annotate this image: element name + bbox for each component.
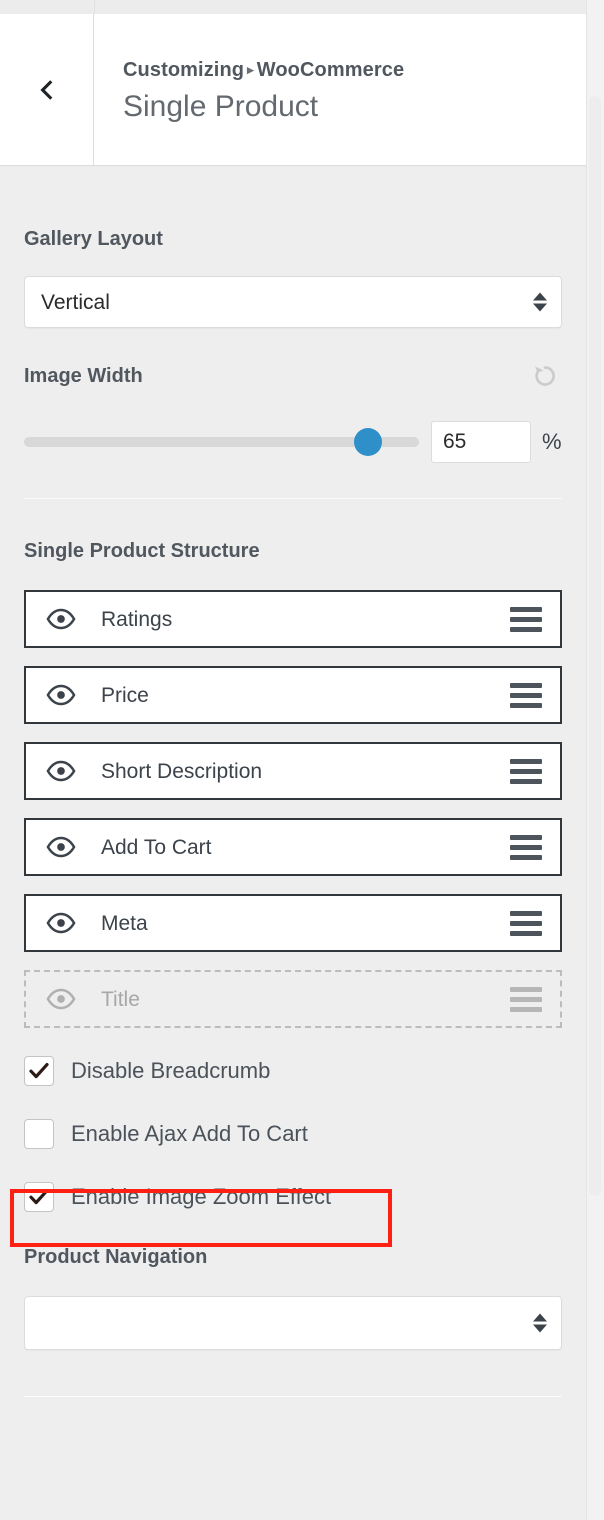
checkbox-row[interactable]: Enable Image Zoom Effect (24, 1177, 331, 1217)
structure-row-label: Ratings (101, 607, 173, 631)
checkbox-checked-icon[interactable] (24, 1182, 54, 1212)
window-top-strip (0, 0, 604, 14)
checkbox-unchecked-icon[interactable] (24, 1119, 54, 1149)
product-navigation-label: Product Navigation (24, 1246, 208, 1268)
structure-row-label: Meta (101, 911, 148, 935)
checkbox-checked-icon[interactable] (24, 1056, 54, 1086)
breadcrumb: Customizing ▸ WooCommerce (123, 57, 586, 84)
select-stepper-arrows-icon (533, 1313, 547, 1333)
reset-icon[interactable] (530, 361, 560, 391)
image-width-slider-row: 65 % (24, 421, 562, 463)
eye-icon[interactable] (46, 604, 76, 634)
eye-icon[interactable] (46, 832, 76, 862)
top-strip-seam (94, 0, 95, 14)
drag-handle-icon[interactable] (510, 682, 542, 708)
structure-row[interactable]: Ratings (24, 590, 562, 648)
customizer-panel-body: Gallery Layout Vertical Image Width 65 %… (0, 167, 586, 1520)
structure-row[interactable]: Title (24, 970, 562, 1028)
structure-row-label: Short Description (101, 759, 263, 783)
gallery-layout-selected-value: Vertical (41, 291, 110, 313)
chevron-down-icon (533, 303, 547, 312)
header-text-block: Customizing ▸ WooCommerce Single Product (94, 14, 586, 165)
scrollbar-thumb[interactable] (589, 96, 601, 1196)
back-button[interactable] (0, 14, 94, 165)
chevron-up-icon (533, 292, 547, 301)
customizer-header: Customizing ▸ WooCommerce Single Product (0, 14, 586, 166)
breadcrumb-separator-icon: ▸ (247, 62, 254, 77)
structure-label: Single Product Structure (24, 540, 260, 562)
control-image-width: Image Width 65 % (0, 361, 586, 463)
drag-handle-icon[interactable] (510, 986, 542, 1012)
structure-row-label: Title (101, 987, 140, 1011)
checkbox-label: Enable Image Zoom Effect (71, 1184, 332, 1209)
checkbox-row[interactable]: Disable Breadcrumb (24, 1051, 270, 1091)
eye-icon[interactable] (46, 680, 76, 710)
image-width-input[interactable]: 65 (431, 421, 531, 463)
structure-row[interactable]: Short Description (24, 742, 562, 800)
checkbox-label: Enable Ajax Add To Cart (71, 1121, 308, 1146)
breadcrumb-prefix: Customizing (123, 59, 245, 81)
image-width-header: Image Width (24, 361, 562, 391)
eye-icon[interactable] (46, 908, 76, 938)
structure-row[interactable]: Price (24, 666, 562, 724)
select-stepper-arrows-icon (533, 292, 547, 312)
eye-icon[interactable] (46, 756, 76, 786)
control-gallery-layout: Gallery Layout Vertical (0, 167, 586, 328)
checkbox-row[interactable]: Enable Ajax Add To Cart (24, 1114, 308, 1154)
image-width-unit: % (542, 429, 562, 454)
chevron-up-icon (533, 1313, 547, 1322)
page-title: Single Product (123, 90, 319, 123)
image-width-value: 65 (443, 430, 467, 453)
control-product-navigation: Product Navigation (0, 1245, 586, 1350)
drag-handle-icon[interactable] (510, 834, 542, 860)
structure-row-label: Price (101, 683, 149, 707)
structure-row[interactable]: Add To Cart (24, 818, 562, 876)
checkbox-group: Disable Breadcrumb Enable Ajax Add To Car… (0, 1051, 586, 1217)
chevron-left-icon (37, 79, 57, 100)
structure-row-list: Ratings Price Short Description Add To Cart… (24, 590, 562, 1028)
structure-row-label: Add To Cart (101, 835, 212, 859)
drag-handle-icon[interactable] (510, 910, 542, 936)
drag-handle-icon[interactable] (510, 606, 542, 632)
gallery-layout-label: Gallery Layout (24, 228, 163, 250)
product-navigation-select[interactable] (24, 1296, 562, 1350)
control-single-product-structure: Single Product Structure Ratings Price Sho… (0, 539, 586, 1028)
slider-handle[interactable] (353, 428, 382, 456)
chevron-down-icon (533, 1324, 547, 1333)
image-width-slider[interactable] (24, 428, 419, 456)
section-divider (24, 498, 562, 499)
bottom-section-divider (24, 1396, 562, 1397)
structure-row[interactable]: Meta (24, 894, 562, 952)
drag-handle-icon[interactable] (510, 758, 542, 784)
image-width-label: Image Width (24, 365, 143, 387)
panel-scrollbar[interactable] (586, 0, 604, 1520)
breadcrumb-section: WooCommerce (256, 59, 405, 81)
gallery-layout-select[interactable]: Vertical (24, 276, 562, 328)
eye-icon[interactable] (46, 984, 76, 1014)
checkbox-label: Disable Breadcrumb (71, 1058, 271, 1083)
